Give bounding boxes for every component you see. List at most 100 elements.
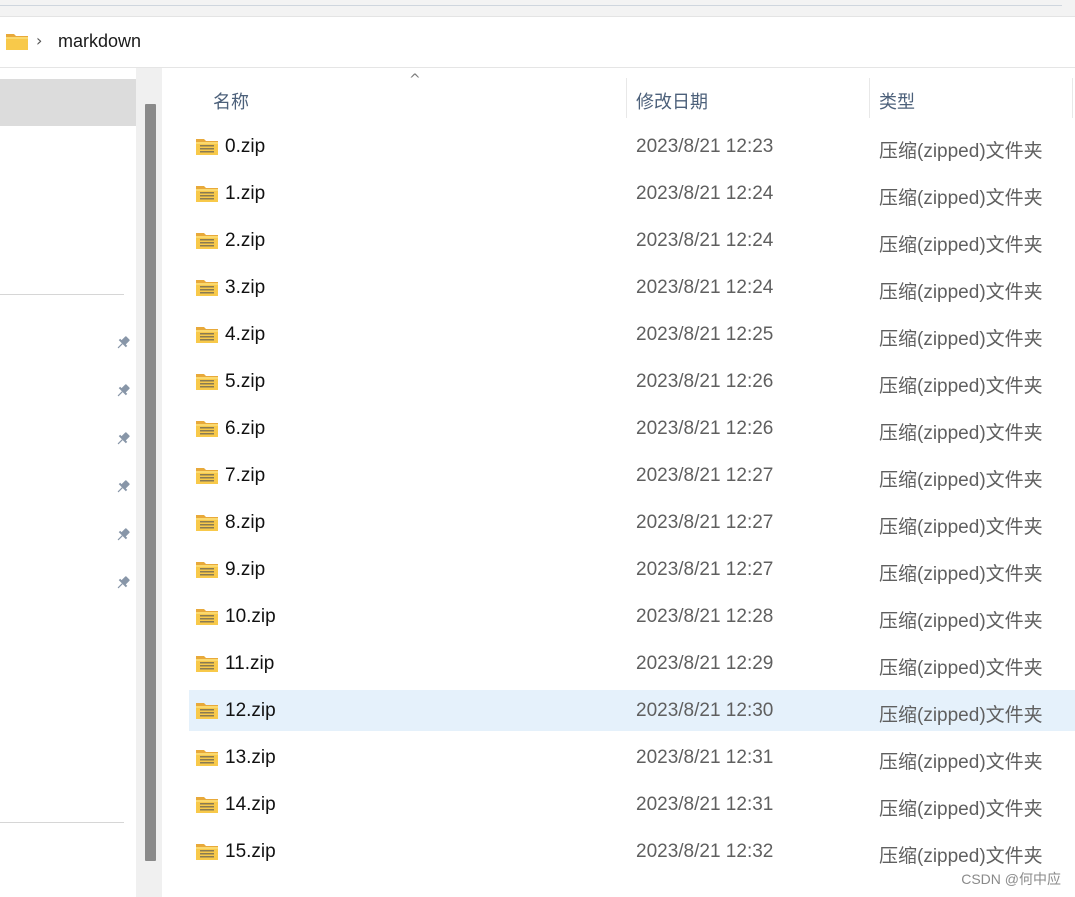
- file-name[interactable]: 9.zip: [225, 559, 265, 581]
- file-name[interactable]: 8.zip: [225, 512, 265, 534]
- file-name[interactable]: 10.zip: [225, 606, 276, 628]
- zip-folder-icon: [196, 139, 218, 155]
- file-row[interactable]: 2.zip 2023/8/21 12:24 压缩(zipped)文件夹: [189, 220, 1075, 261]
- pin-icon[interactable]: [114, 334, 132, 352]
- file-row[interactable]: 10.zip 2023/8/21 12:28 压缩(zipped)文件夹: [189, 596, 1075, 637]
- file-modified-date: 2023/8/21 12:24: [636, 277, 774, 298]
- file-row[interactable]: 12.zip 2023/8/21 12:30 压缩(zipped)文件夹: [189, 690, 1075, 731]
- file-row[interactable]: 15.zip 2023/8/21 12:32 压缩(zipped)文件夹: [189, 831, 1075, 872]
- zip-folder-icon: [196, 656, 218, 672]
- pin-icon[interactable]: [114, 526, 132, 544]
- file-type: 压缩(zipped)文件夹: [879, 517, 1043, 538]
- file-type: 压缩(zipped)文件夹: [879, 423, 1043, 444]
- column-headers: ^ 名称 修改日期 类型: [162, 68, 1075, 126]
- address-bar[interactable]: › markdown: [0, 17, 1075, 68]
- file-modified-date: 2023/8/21 12:27: [636, 465, 774, 486]
- file-name[interactable]: 12.zip: [225, 700, 276, 722]
- file-row[interactable]: 8.zip 2023/8/21 12:27 压缩(zipped)文件夹: [189, 502, 1075, 543]
- breadcrumb-current-folder[interactable]: markdown: [58, 31, 141, 52]
- file-name[interactable]: 3.zip: [225, 277, 265, 299]
- file-name[interactable]: 13.zip: [225, 747, 276, 769]
- sort-ascending-icon: ^: [409, 72, 421, 88]
- file-modified-date: 2023/8/21 12:26: [636, 371, 774, 392]
- file-row[interactable]: 6.zip 2023/8/21 12:26 压缩(zipped)文件夹: [189, 408, 1075, 449]
- file-type: 压缩(zipped)文件夹: [879, 235, 1043, 256]
- zip-folder-icon: [196, 468, 218, 484]
- pin-icon[interactable]: [114, 430, 132, 448]
- file-row[interactable]: 9.zip 2023/8/21 12:27 压缩(zipped)文件夹: [189, 549, 1075, 590]
- breadcrumb-separator[interactable]: ›: [36, 31, 42, 50]
- nav-divider: [0, 822, 124, 823]
- file-name[interactable]: 11.zip: [225, 653, 274, 675]
- file-name[interactable]: 14.zip: [225, 794, 276, 816]
- zip-folder-icon: [196, 280, 218, 296]
- file-modified-date: 2023/8/21 12:24: [636, 230, 774, 251]
- file-row[interactable]: 3.zip 2023/8/21 12:24 压缩(zipped)文件夹: [189, 267, 1075, 308]
- file-type: 压缩(zipped)文件夹: [879, 564, 1043, 585]
- pin-icon[interactable]: [114, 382, 132, 400]
- file-row[interactable]: 7.zip 2023/8/21 12:27 压缩(zipped)文件夹: [189, 455, 1075, 496]
- file-modified-date: 2023/8/21 12:25: [636, 324, 774, 345]
- file-type: 压缩(zipped)文件夹: [879, 705, 1043, 726]
- title-strip-line: [0, 5, 1062, 6]
- file-type: 压缩(zipped)文件夹: [879, 658, 1043, 679]
- file-type: 压缩(zipped)文件夹: [879, 470, 1043, 491]
- file-row[interactable]: 13.zip 2023/8/21 12:31 压缩(zipped)文件夹: [189, 737, 1075, 778]
- pin-icon[interactable]: [114, 478, 132, 496]
- title-strip: [0, 0, 1075, 17]
- column-header-name[interactable]: 名称: [213, 88, 249, 114]
- file-modified-date: 2023/8/21 12:26: [636, 418, 774, 439]
- file-row[interactable]: 0.zip 2023/8/21 12:23 压缩(zipped)文件夹: [189, 126, 1075, 167]
- zip-folder-icon: [196, 186, 218, 202]
- file-row[interactable]: 1.zip 2023/8/21 12:24 压缩(zipped)文件夹: [189, 173, 1075, 214]
- zip-folder-icon: [196, 327, 218, 343]
- pin-icon[interactable]: [114, 574, 132, 592]
- file-type: 压缩(zipped)文件夹: [879, 752, 1043, 773]
- zip-folder-icon: [196, 609, 218, 625]
- zip-folder-icon: [196, 562, 218, 578]
- file-name[interactable]: 7.zip: [225, 465, 265, 487]
- zip-folder-icon: [196, 374, 218, 390]
- file-modified-date: 2023/8/21 12:28: [636, 606, 774, 627]
- folder-icon: [6, 34, 28, 50]
- file-name[interactable]: 1.zip: [225, 183, 265, 205]
- file-row[interactable]: 4.zip 2023/8/21 12:25 压缩(zipped)文件夹: [189, 314, 1075, 355]
- file-modified-date: 2023/8/21 12:23: [636, 136, 774, 157]
- file-modified-date: 2023/8/21 12:24: [636, 183, 774, 204]
- file-type: 压缩(zipped)文件夹: [879, 611, 1043, 632]
- file-modified-date: 2023/8/21 12:27: [636, 559, 774, 580]
- file-name[interactable]: 2.zip: [225, 230, 265, 252]
- nav-divider: [0, 294, 124, 295]
- zip-folder-icon: [196, 844, 218, 860]
- column-header-modified[interactable]: 修改日期: [636, 88, 708, 114]
- file-name[interactable]: 15.zip: [225, 841, 276, 863]
- file-type: 压缩(zipped)文件夹: [879, 799, 1043, 820]
- file-row[interactable]: 14.zip 2023/8/21 12:31 压缩(zipped)文件夹: [189, 784, 1075, 825]
- zip-folder-icon: [196, 703, 218, 719]
- zip-folder-icon: [196, 233, 218, 249]
- file-type: 压缩(zipped)文件夹: [879, 329, 1043, 350]
- column-header-type[interactable]: 类型: [879, 88, 915, 114]
- nav-scrollbar-thumb[interactable]: [145, 104, 156, 861]
- file-modified-date: 2023/8/21 12:30: [636, 700, 774, 721]
- file-type: 压缩(zipped)文件夹: [879, 376, 1043, 397]
- file-name[interactable]: 4.zip: [225, 324, 265, 346]
- zip-folder-icon: [196, 515, 218, 531]
- file-name[interactable]: 6.zip: [225, 418, 265, 440]
- file-modified-date: 2023/8/21 12:29: [636, 653, 774, 674]
- file-explorer-window: › markdown ^ 名称 修改日期 类型 0.zip 2023/8/21 …: [0, 0, 1075, 897]
- column-separator[interactable]: [626, 78, 627, 118]
- nav-item-selected[interactable]: [0, 79, 136, 126]
- column-separator[interactable]: [869, 78, 870, 118]
- file-row[interactable]: 11.zip 2023/8/21 12:29 压缩(zipped)文件夹: [189, 643, 1075, 684]
- file-modified-date: 2023/8/21 12:31: [636, 747, 774, 768]
- file-modified-date: 2023/8/21 12:31: [636, 794, 774, 815]
- file-row[interactable]: 5.zip 2023/8/21 12:26 压缩(zipped)文件夹: [189, 361, 1075, 402]
- file-type: 压缩(zipped)文件夹: [879, 188, 1043, 209]
- column-separator[interactable]: [1072, 78, 1073, 118]
- file-name[interactable]: 0.zip: [225, 136, 265, 158]
- file-name[interactable]: 5.zip: [225, 371, 265, 393]
- zip-folder-icon: [196, 750, 218, 766]
- watermark: CSDN @何中应: [961, 871, 1061, 887]
- zip-folder-icon: [196, 797, 218, 813]
